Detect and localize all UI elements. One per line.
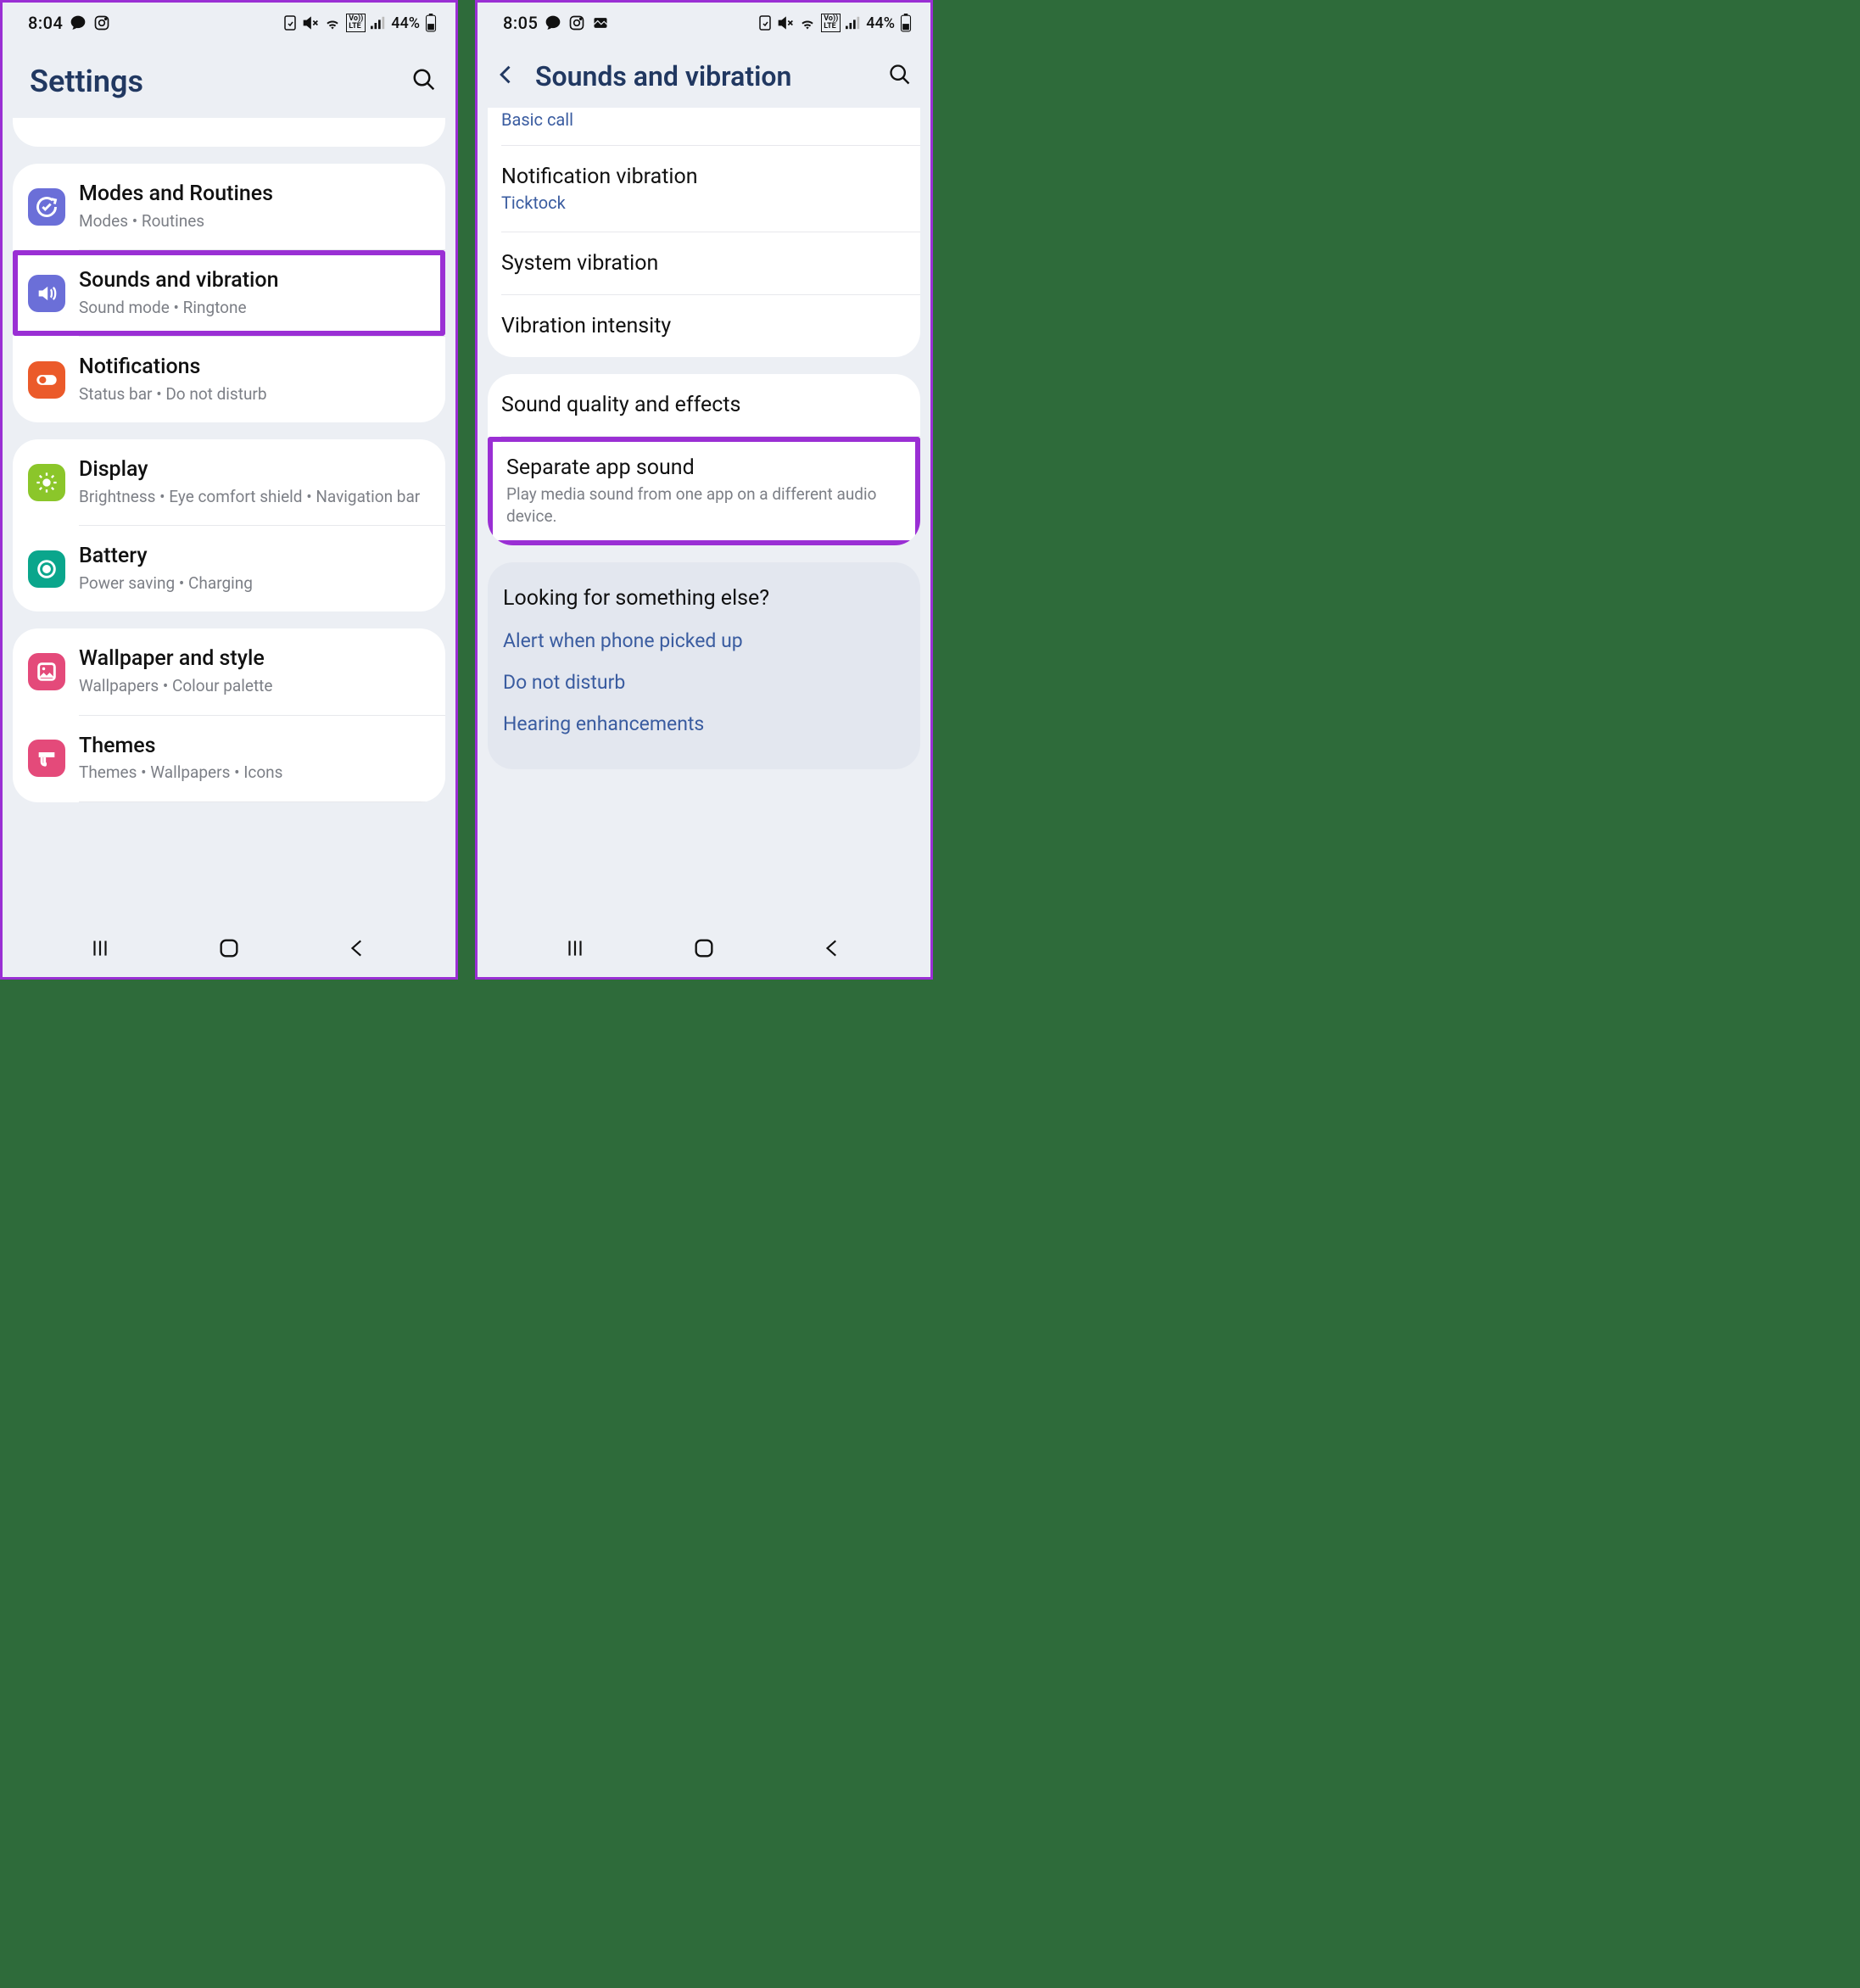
item-subtitle: Brightness • Eye comfort shield • Naviga… [79,486,428,509]
home-button[interactable] [692,936,716,963]
brush-icon [28,740,65,777]
header: Settings [3,40,455,118]
home-button[interactable] [217,936,241,963]
clock: 8:04 [28,13,63,33]
back-button[interactable] [494,63,518,90]
navigation-bar [478,921,930,977]
card-sound-quality: Sound quality and effects Separate app s… [488,374,920,545]
item-sound-quality[interactable]: Sound quality and effects [488,374,920,436]
volte-icon: Vo))LTE [821,14,841,32]
sounds-list[interactable]: Call vibration Basic call Notification v… [478,108,930,921]
gallery-icon [592,14,609,31]
item-battery[interactable]: Battery Power saving • Charging [13,526,445,611]
item-subtitle: Modes • Routines [79,210,428,233]
mute-icon [302,15,319,31]
page-title: Settings [30,64,143,99]
item-wallpaper-style[interactable]: Wallpaper and style Wallpapers • Colour … [13,628,445,714]
item-title: Sounds and vibration [79,267,423,295]
item-subtitle: Sound mode • Ringtone [79,297,423,320]
phone-left: 8:04 Vo))LTE 44% Settings [0,0,458,980]
item-subtitle: Themes • Wallpapers • Icons [79,762,428,785]
item-system-vibration[interactable]: System vibration [488,232,920,294]
card-wallpaper-group: Wallpaper and style Wallpapers • Colour … [13,628,445,801]
item-title: Sound quality and effects [501,393,907,417]
back-button[interactable] [822,937,844,963]
battery-percent: 44% [866,14,895,32]
search-button[interactable] [888,63,912,90]
item-title: Notification vibration [501,165,907,189]
item-title: Wallpaper and style [79,645,428,673]
item-display[interactable]: Display Brightness • Eye comfort shield … [13,439,445,525]
sun-icon [28,464,65,501]
battery-ring-icon [28,550,65,588]
instagram-icon [93,14,110,31]
card-sounds-group: Modes and Routines Modes • Routines Soun… [13,164,445,422]
chat-icon [545,14,561,31]
check-rotate-icon [28,188,65,226]
item-separate-app-sound[interactable]: Separate app sound Play media sound from… [493,442,915,540]
link-alert-pickup[interactable]: Alert when phone picked up [503,629,905,652]
item-notifications[interactable]: Notifications Status bar • Do not distur… [13,337,445,422]
item-title: System vibration [501,251,907,276]
signal-icon [371,16,386,30]
recents-button[interactable] [89,937,111,963]
speaker-icon [28,275,65,312]
item-modes-routines[interactable]: Modes and Routines Modes • Routines [13,164,445,249]
back-button[interactable] [347,937,369,963]
signal-icon [846,16,861,30]
item-subtitle: Wallpapers • Colour palette [79,675,428,698]
highlight-separate-app: Separate app sound Play media sound from… [488,437,920,545]
item-vibration-intensity[interactable]: Vibration intensity [488,295,920,357]
looking-heading: Looking for something else? [503,586,905,611]
settings-list[interactable]: Modes and Routines Modes • Routines Soun… [3,118,455,921]
item-themes[interactable]: Themes Themes • Wallpapers • Icons [13,716,445,801]
item-title: Separate app sound [506,455,902,480]
search-button[interactable] [411,67,437,96]
card-partial [13,118,445,147]
battery-icon [900,14,912,32]
card-icon [758,15,772,31]
link-hearing[interactable]: Hearing enhancements [503,712,905,735]
item-value: Ticktock [501,193,907,213]
page-title: Sounds and vibration [535,60,791,92]
item-subtitle: Power saving • Charging [79,572,428,595]
clock: 8:05 [503,13,538,33]
divider [79,801,445,802]
item-notification-vibration[interactable]: Notification vibration Ticktock [488,146,920,232]
picture-icon [28,653,65,690]
item-subtitle: Play media sound from one app on a diffe… [506,483,902,527]
battery-icon [425,14,437,32]
header: Sounds and vibration [478,40,930,108]
mute-icon [777,15,794,31]
item-call-vibration[interactable]: Call vibration Basic call [488,108,920,145]
card-looking-for: Looking for something else? Alert when p… [488,562,920,769]
card-icon [283,15,297,31]
toggle-icon [28,361,65,399]
phone-right: 8:05 Vo))LTE 44% Sounds and vibration [475,0,933,980]
status-bar: 8:04 Vo))LTE 44% [3,3,455,40]
item-title: Vibration intensity [501,314,907,338]
card-vibration: Call vibration Basic call Notification v… [488,108,920,357]
chat-icon [70,14,87,31]
instagram-icon [568,14,585,31]
item-title: Themes [79,733,428,761]
recents-button[interactable] [564,937,586,963]
battery-percent: 44% [391,14,420,32]
wifi-icon [799,16,816,30]
item-subtitle: Status bar • Do not disturb [79,383,428,406]
item-title: Display [79,456,428,484]
volte-icon: Vo))LTE [346,14,366,32]
item-title: Modes and Routines [79,181,428,209]
item-title: Battery [79,543,428,571]
item-sounds-vibration[interactable]: Sounds and vibration Sound mode • Ringto… [18,255,440,331]
card-display-group: Display Brightness • Eye comfort shield … [13,439,445,611]
navigation-bar [3,921,455,977]
item-value: Basic call [501,109,907,130]
highlight-sounds: Sounds and vibration Sound mode • Ringto… [13,250,445,336]
status-bar: 8:05 Vo))LTE 44% [478,3,930,40]
link-dnd[interactable]: Do not disturb [503,671,905,694]
wifi-icon [324,16,341,30]
item-title: Notifications [79,354,428,382]
